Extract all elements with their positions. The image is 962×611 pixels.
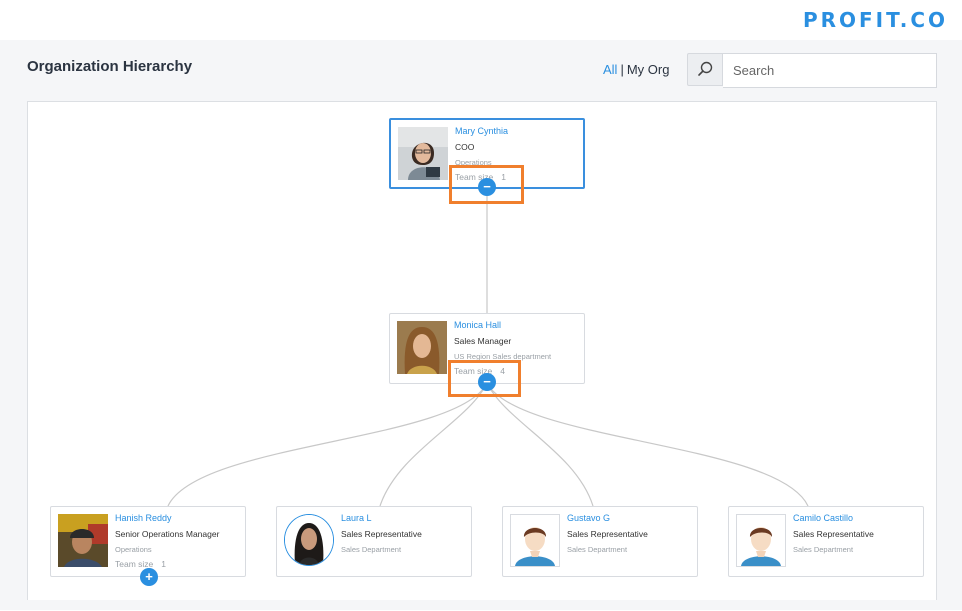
avatar [58,514,108,567]
employee-role: Sales Representative [793,529,874,539]
avatar [736,514,786,567]
search-icon [698,61,713,76]
scope-switch: All | My Org [603,62,669,77]
org-card-report[interactable]: Camilo Castillo Sales Representative Sal… [728,506,924,577]
scope-separator: | [620,62,624,77]
connector-manager-camilo [486,382,809,507]
search-button[interactable] [687,53,723,86]
team-size-value: 1 [161,559,166,569]
expand-button[interactable]: + [140,568,158,586]
scope-my-org-link[interactable]: My Org [627,62,670,77]
avatar [398,127,448,180]
profit-co-logo[interactable]: PROFIT.CO [803,8,948,32]
employee-department: Operations [115,545,152,554]
employee-name[interactable]: Laura L [341,513,372,523]
employee-department: Sales Department [793,545,854,554]
org-card-report[interactable]: Gustavo G Sales Representative Sales Dep… [502,506,698,577]
org-card-report[interactable]: Laura L Sales Representative Sales Depar… [276,506,472,577]
employee-name[interactable]: Monica Hall [454,320,501,330]
top-bar: PROFIT.CO [0,0,962,40]
avatar [510,514,560,567]
org-card-report[interactable]: Hanish Reddy Senior Operations Manager O… [50,506,246,577]
employee-role: Senior Operations Manager [115,529,220,539]
employee-name[interactable]: Camilo Castillo [793,513,853,523]
highlight-box [448,360,521,397]
employee-name[interactable]: Mary Cynthia [455,126,508,136]
connector-manager-hanish [167,382,488,507]
employee-role: Sales Representative [341,529,422,539]
search-input[interactable] [723,53,937,88]
avatar [284,514,334,566]
employee-role: Sales Representative [567,529,648,539]
employee-role: COO [455,142,475,152]
page-title: Organization Hierarchy [27,58,193,75]
employee-role: Sales Manager [454,336,512,346]
horizontal-scrollbar[interactable] [0,600,962,610]
employee-name[interactable]: Gustavo G [567,513,610,523]
connector-manager-gustavo [486,382,594,507]
employee-department: Sales Department [341,545,402,554]
connector-manager-laura [379,382,488,507]
employee-department: Sales Department [567,545,628,554]
scope-all-link[interactable]: All [603,62,617,77]
avatar [397,321,447,374]
employee-name[interactable]: Hanish Reddy [115,513,172,523]
org-chart-canvas[interactable]: Mary Cynthia COO Operations Team size 1 −… [27,101,937,610]
team-size: Team size 1 [115,559,166,569]
highlight-box [449,165,524,204]
